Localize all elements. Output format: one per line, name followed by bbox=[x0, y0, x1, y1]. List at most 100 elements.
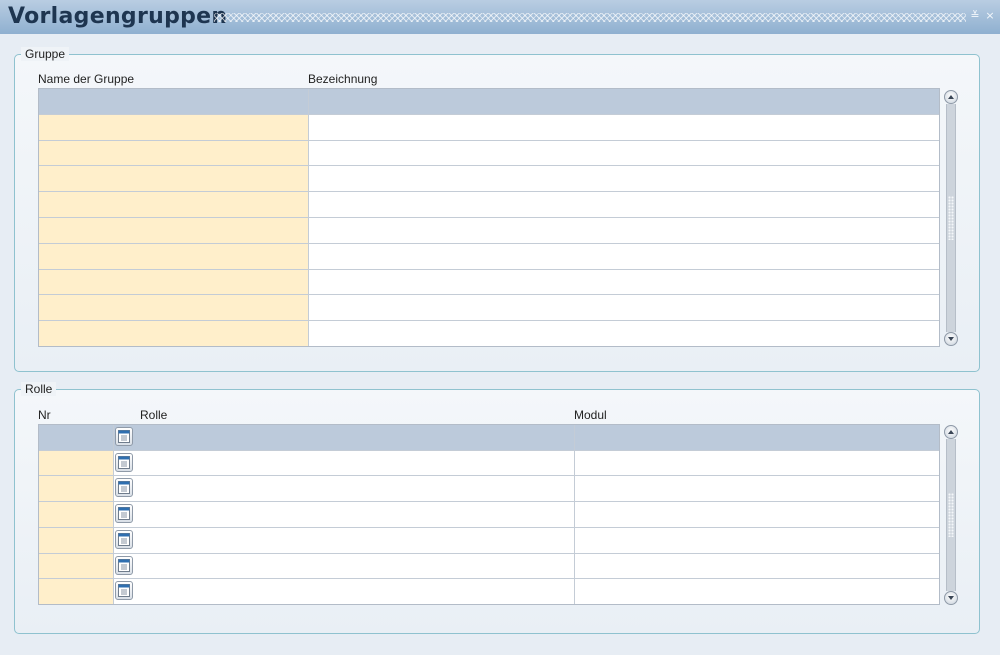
gruppe-name-cell[interactable] bbox=[39, 140, 308, 166]
rolle-rolle-cell[interactable] bbox=[114, 450, 574, 476]
rolle-rolle-cell[interactable] bbox=[114, 476, 574, 502]
rolle-nr-field[interactable] bbox=[39, 527, 113, 553]
gruppe-bezeichnung-cell[interactable] bbox=[309, 321, 939, 346]
rolle-modul-field[interactable] bbox=[575, 553, 939, 579]
gruppe-bezeichnung-cell[interactable] bbox=[309, 192, 939, 217]
gruppe-bezeichnung-field[interactable] bbox=[309, 114, 939, 140]
rolle-modul-cell[interactable] bbox=[575, 476, 939, 502]
rolle-rolle-field[interactable] bbox=[114, 476, 574, 502]
gruppe-bezeichnung-field[interactable] bbox=[309, 295, 939, 321]
scroll-down-icon[interactable] bbox=[944, 591, 958, 605]
gruppe-name-field[interactable] bbox=[39, 166, 308, 192]
gruppe-bezeichnung-field[interactable] bbox=[309, 269, 939, 295]
gruppe-bezeichnung-field[interactable] bbox=[309, 243, 939, 269]
list-of-values-icon[interactable] bbox=[115, 555, 133, 575]
rolle-rolle-field[interactable] bbox=[114, 502, 574, 527]
gruppe-name-field[interactable] bbox=[39, 269, 308, 295]
gruppe-bezeichnung-cell[interactable] bbox=[309, 89, 939, 114]
rolle-modul-cell[interactable] bbox=[575, 527, 939, 553]
rolle-rolle-field[interactable] bbox=[114, 425, 574, 450]
gruppe-name-cell[interactable] bbox=[39, 217, 308, 243]
gruppe-bezeichnung-field[interactable] bbox=[309, 140, 939, 166]
scrollbar-grip[interactable] bbox=[948, 493, 954, 537]
rolle-nr-field[interactable] bbox=[39, 553, 113, 579]
minimize-icon[interactable]: ≚ bbox=[969, 10, 981, 22]
gruppe-name-cell[interactable] bbox=[39, 89, 308, 114]
gruppe-name-cell[interactable] bbox=[39, 114, 308, 140]
scrollbar-track[interactable] bbox=[946, 439, 956, 591]
gruppe-name-field[interactable] bbox=[39, 217, 308, 243]
gruppe-bezeichnung-field[interactable] bbox=[309, 89, 939, 114]
rolle-nr-field[interactable] bbox=[39, 502, 113, 527]
list-of-values-icon[interactable] bbox=[115, 504, 133, 524]
rolle-modul-cell[interactable] bbox=[575, 450, 939, 476]
rolle-modul-cell[interactable] bbox=[575, 425, 939, 450]
rolle-rolle-cell[interactable] bbox=[114, 579, 574, 604]
rolle-modul-field[interactable] bbox=[575, 425, 939, 450]
close-icon[interactable]: × bbox=[984, 10, 996, 22]
rolle-modul-cell[interactable] bbox=[575, 553, 939, 579]
rolle-nr-cell[interactable] bbox=[39, 425, 113, 450]
list-of-values-icon[interactable] bbox=[115, 529, 133, 549]
rolle-rolle-cell[interactable] bbox=[114, 502, 574, 527]
rolle-modul-cell[interactable] bbox=[575, 579, 939, 604]
list-of-values-icon[interactable] bbox=[115, 452, 133, 472]
gruppe-name-field[interactable] bbox=[39, 295, 308, 321]
scroll-up-icon[interactable] bbox=[944, 90, 958, 104]
gruppe-name-cell[interactable] bbox=[39, 321, 308, 346]
gruppe-scrollbar[interactable] bbox=[944, 90, 958, 346]
gruppe-name-cell[interactable] bbox=[39, 166, 308, 192]
rolle-nr-field[interactable] bbox=[39, 450, 113, 476]
rolle-rolle-cell[interactable] bbox=[114, 553, 574, 579]
gruppe-bezeichnung-cell[interactable] bbox=[309, 217, 939, 243]
rolle-nr-field[interactable] bbox=[39, 476, 113, 502]
rolle-modul-field[interactable] bbox=[575, 476, 939, 502]
gruppe-name-field[interactable] bbox=[39, 243, 308, 269]
rolle-nr-cell[interactable] bbox=[39, 502, 113, 527]
rolle-nr-cell[interactable] bbox=[39, 476, 113, 502]
scrollbar-grip[interactable] bbox=[948, 196, 954, 240]
rolle-scrollbar[interactable] bbox=[944, 425, 958, 605]
rolle-nr-cell[interactable] bbox=[39, 527, 113, 553]
rolle-modul-field[interactable] bbox=[575, 502, 939, 527]
gruppe-bezeichnung-field[interactable] bbox=[309, 217, 939, 243]
rolle-rolle-cell[interactable] bbox=[114, 527, 574, 553]
gruppe-name-field[interactable] bbox=[39, 192, 308, 217]
gruppe-name-cell[interactable] bbox=[39, 243, 308, 269]
gruppe-bezeichnung-cell[interactable] bbox=[309, 114, 939, 140]
gruppe-name-field[interactable] bbox=[39, 140, 308, 166]
rolle-rolle-field[interactable] bbox=[114, 579, 574, 604]
gruppe-name-cell[interactable] bbox=[39, 295, 308, 321]
gruppe-name-field[interactable] bbox=[39, 114, 308, 140]
gruppe-bezeichnung-cell[interactable] bbox=[309, 295, 939, 321]
rolle-rolle-cell[interactable] bbox=[114, 425, 574, 450]
rolle-nr-cell[interactable] bbox=[39, 450, 113, 476]
gruppe-bezeichnung-field[interactable] bbox=[309, 192, 939, 217]
rolle-modul-field[interactable] bbox=[575, 527, 939, 553]
rolle-nr-field[interactable] bbox=[39, 425, 113, 450]
gruppe-name-cell[interactable] bbox=[39, 269, 308, 295]
gruppe-bezeichnung-field[interactable] bbox=[309, 321, 939, 346]
gruppe-bezeichnung-cell[interactable] bbox=[309, 166, 939, 192]
gruppe-name-field[interactable] bbox=[39, 321, 308, 346]
list-of-values-icon[interactable] bbox=[115, 581, 133, 601]
rolle-modul-field[interactable] bbox=[575, 579, 939, 604]
rolle-nr-field[interactable] bbox=[39, 579, 113, 604]
scroll-up-icon[interactable] bbox=[944, 425, 958, 439]
rolle-modul-field[interactable] bbox=[575, 450, 939, 476]
rolle-modul-cell[interactable] bbox=[575, 502, 939, 527]
gruppe-bezeichnung-cell[interactable] bbox=[309, 269, 939, 295]
rolle-rolle-field[interactable] bbox=[114, 527, 574, 553]
list-of-values-icon[interactable] bbox=[115, 427, 133, 446]
rolle-nr-cell[interactable] bbox=[39, 579, 113, 604]
rolle-rolle-field[interactable] bbox=[114, 450, 574, 476]
list-of-values-icon[interactable] bbox=[115, 478, 133, 498]
gruppe-bezeichnung-field[interactable] bbox=[309, 166, 939, 192]
gruppe-name-field[interactable] bbox=[39, 89, 308, 114]
gruppe-bezeichnung-cell[interactable] bbox=[309, 140, 939, 166]
gruppe-bezeichnung-cell[interactable] bbox=[309, 243, 939, 269]
scroll-down-icon[interactable] bbox=[944, 332, 958, 346]
scrollbar-track[interactable] bbox=[946, 104, 956, 332]
rolle-rolle-field[interactable] bbox=[114, 553, 574, 579]
rolle-nr-cell[interactable] bbox=[39, 553, 113, 579]
